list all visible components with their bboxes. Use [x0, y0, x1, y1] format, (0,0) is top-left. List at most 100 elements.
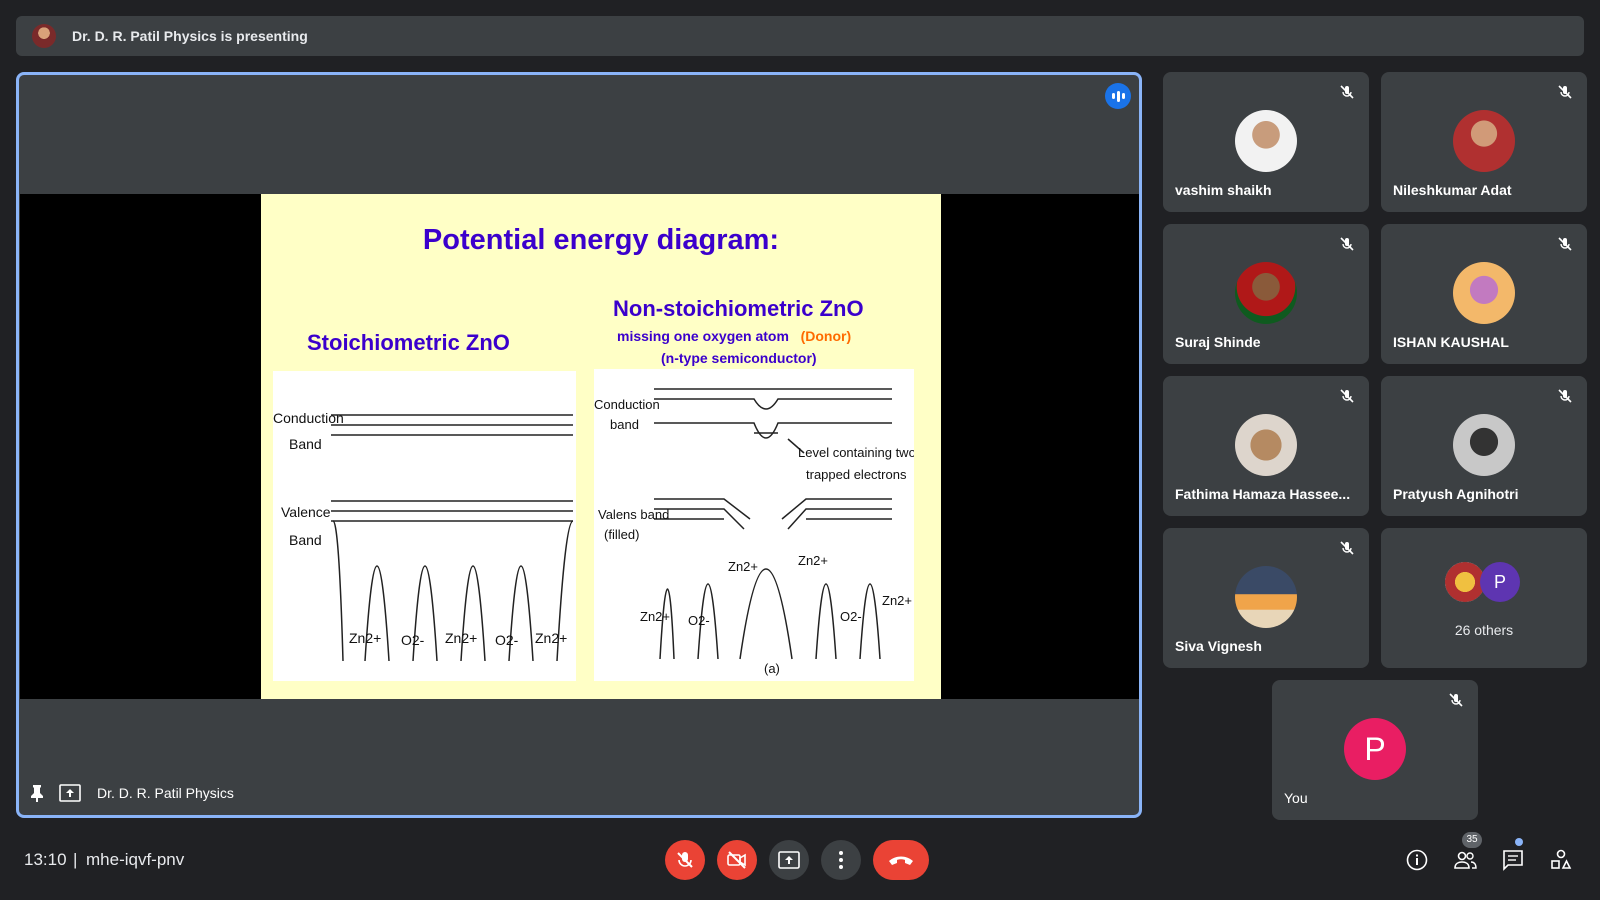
right-conduction-label-2: band: [610, 417, 639, 432]
more-vert-icon: [839, 851, 843, 869]
avatar: [1235, 262, 1297, 324]
mic-off-icon: [1339, 236, 1355, 257]
valens-label: Valens band: [598, 507, 669, 522]
activities-icon[interactable]: [1549, 848, 1573, 872]
present-now-button[interactable]: [769, 840, 809, 880]
self-avatar: P: [1344, 718, 1406, 780]
ion-label: O2-: [495, 632, 519, 648]
ion-label: O2-: [401, 632, 425, 648]
others-avatar-emblem: [1445, 562, 1485, 602]
ion-label: O2-: [840, 609, 862, 624]
present-screen-icon: [778, 851, 800, 869]
self-name: You: [1284, 790, 1308, 806]
participant-name: Pratyush Agnihotri: [1393, 486, 1519, 502]
participant-name: Fathima Hamaza Hassee...: [1175, 486, 1351, 502]
slide: Potential energy diagram: Stoichiometric…: [261, 194, 941, 699]
ion-label: Zn2+: [640, 609, 670, 624]
speaking-indicator-icon: [1105, 83, 1131, 109]
chat-icon[interactable]: [1501, 848, 1525, 872]
people-icon[interactable]: [1453, 848, 1477, 872]
stage-footer: Dr. D. R. Patil Physics: [27, 779, 234, 807]
participant-tile[interactable]: Suraj Shinde: [1163, 224, 1369, 364]
presenting-text: Dr. D. R. Patil Physics is presenting: [72, 28, 308, 44]
camera-toggle-button[interactable]: [717, 840, 757, 880]
left-heading: Stoichiometric ZnO: [307, 330, 510, 355]
presenter-name: Dr. D. R. Patil Physics: [97, 785, 234, 801]
separator: |: [73, 850, 78, 869]
present-screen-icon: [59, 784, 81, 802]
leave-call-button[interactable]: [873, 840, 929, 880]
mic-off-icon: [1339, 388, 1355, 409]
participant-tile[interactable]: vashim shaikh: [1163, 72, 1369, 212]
donor-label: (Donor): [800, 328, 852, 344]
participant-tile[interactable]: Pratyush Agnihotri: [1381, 376, 1587, 516]
right-subheading-1: missing one oxygen atom (Donor): [617, 328, 851, 344]
pin-icon[interactable]: [27, 783, 47, 803]
ion-label: Zn2+: [349, 630, 381, 646]
presentation-stage[interactable]: Potential energy diagram: Stoichiometric…: [16, 72, 1142, 818]
others-avatar-letter-text: P: [1493, 572, 1506, 592]
level-label-2: trapped electrons: [806, 467, 907, 482]
mic-off-icon: [1339, 540, 1355, 561]
stoichiometric-diagram: Conduction Band Valence Band Zn2+ O2- Zn…: [273, 371, 576, 681]
left-valence-label-2: Band: [289, 532, 322, 548]
avatar: [1235, 110, 1297, 172]
control-bar: 13:10 | mhe-iqvf-pnv 35: [0, 820, 1600, 900]
left-conduction-label: Conduction: [273, 410, 344, 426]
avatar: [1235, 566, 1297, 628]
right-sub-text: missing one oxygen atom: [617, 328, 789, 344]
mic-off-icon: [1448, 692, 1464, 713]
avatar: [1235, 414, 1297, 476]
hang-up-icon: [889, 856, 913, 865]
participant-name: vashim shaikh: [1175, 182, 1272, 198]
participant-tile[interactable]: ISHAN KAUSHAL: [1381, 224, 1587, 364]
presenting-banner: Dr. D. R. Patil Physics is presenting: [16, 16, 1584, 56]
mic-off-icon: [1557, 388, 1573, 409]
meeting-time: 13:10: [24, 850, 67, 869]
others-tile[interactable]: P 26 others: [1381, 528, 1587, 668]
ion-label: Zn2+: [445, 630, 477, 646]
participant-name: Nileshkumar Adat: [1393, 182, 1512, 198]
right-subheading-2: (n-type semiconductor): [661, 350, 817, 366]
self-tile[interactable]: P You: [1272, 680, 1478, 820]
participant-name: Suraj Shinde: [1175, 334, 1261, 350]
participant-tile[interactable]: Fathima Hamaza Hassee...: [1163, 376, 1369, 516]
mic-off-icon: [1557, 236, 1573, 257]
valens-label-2: (filled): [604, 527, 639, 542]
ion-label: Zn2+: [882, 593, 912, 608]
participant-tile[interactable]: Nileshkumar Adat: [1381, 72, 1587, 212]
people-count-badge: 35: [1462, 832, 1482, 848]
ion-label: Zn2+: [535, 630, 567, 646]
camera-off-icon: [727, 851, 746, 869]
more-options-button[interactable]: [821, 840, 861, 880]
right-heading: Non-stoichiometric ZnO: [613, 296, 864, 321]
meeting-code: mhe-iqvf-pnv: [86, 850, 185, 869]
avatar: [1453, 414, 1515, 476]
avatar: [1453, 262, 1515, 324]
unread-indicator: [1515, 838, 1523, 846]
others-label: 26 others: [1454, 622, 1514, 638]
slide-title: Potential energy diagram:: [422, 224, 780, 256]
right-conduction-label: Conduction: [594, 397, 660, 412]
participant-tile[interactable]: Siva Vignesh: [1163, 528, 1369, 668]
left-conduction-label-2: Band: [289, 436, 322, 452]
self-avatar-letter: P: [1364, 731, 1386, 767]
mic-off-icon: [677, 852, 693, 868]
participant-name: ISHAN KAUSHAL: [1393, 334, 1509, 350]
mic-toggle-button[interactable]: [665, 840, 705, 880]
meeting-details-icon[interactable]: [1405, 848, 1429, 872]
level-label: Level containing two: [798, 445, 914, 460]
shared-screen: Potential energy diagram: Stoichiometric…: [20, 194, 1139, 699]
mic-off-icon: [1339, 84, 1355, 105]
others-avatar-letter: P: [1480, 562, 1520, 602]
ion-label: O2-: [688, 613, 710, 628]
avatar: [1453, 110, 1515, 172]
participant-name: Siva Vignesh: [1175, 638, 1262, 654]
mic-off-icon: [1557, 84, 1573, 105]
ion-label: Zn2+: [798, 553, 828, 568]
non-stoichiometric-diagram: Conduction band Level containing two tra…: [594, 369, 914, 681]
left-valence-label: Valence: [281, 504, 331, 520]
diagram-caption: (a): [764, 661, 780, 676]
presenter-avatar: [32, 24, 56, 48]
ion-label: Zn2+: [728, 559, 758, 574]
